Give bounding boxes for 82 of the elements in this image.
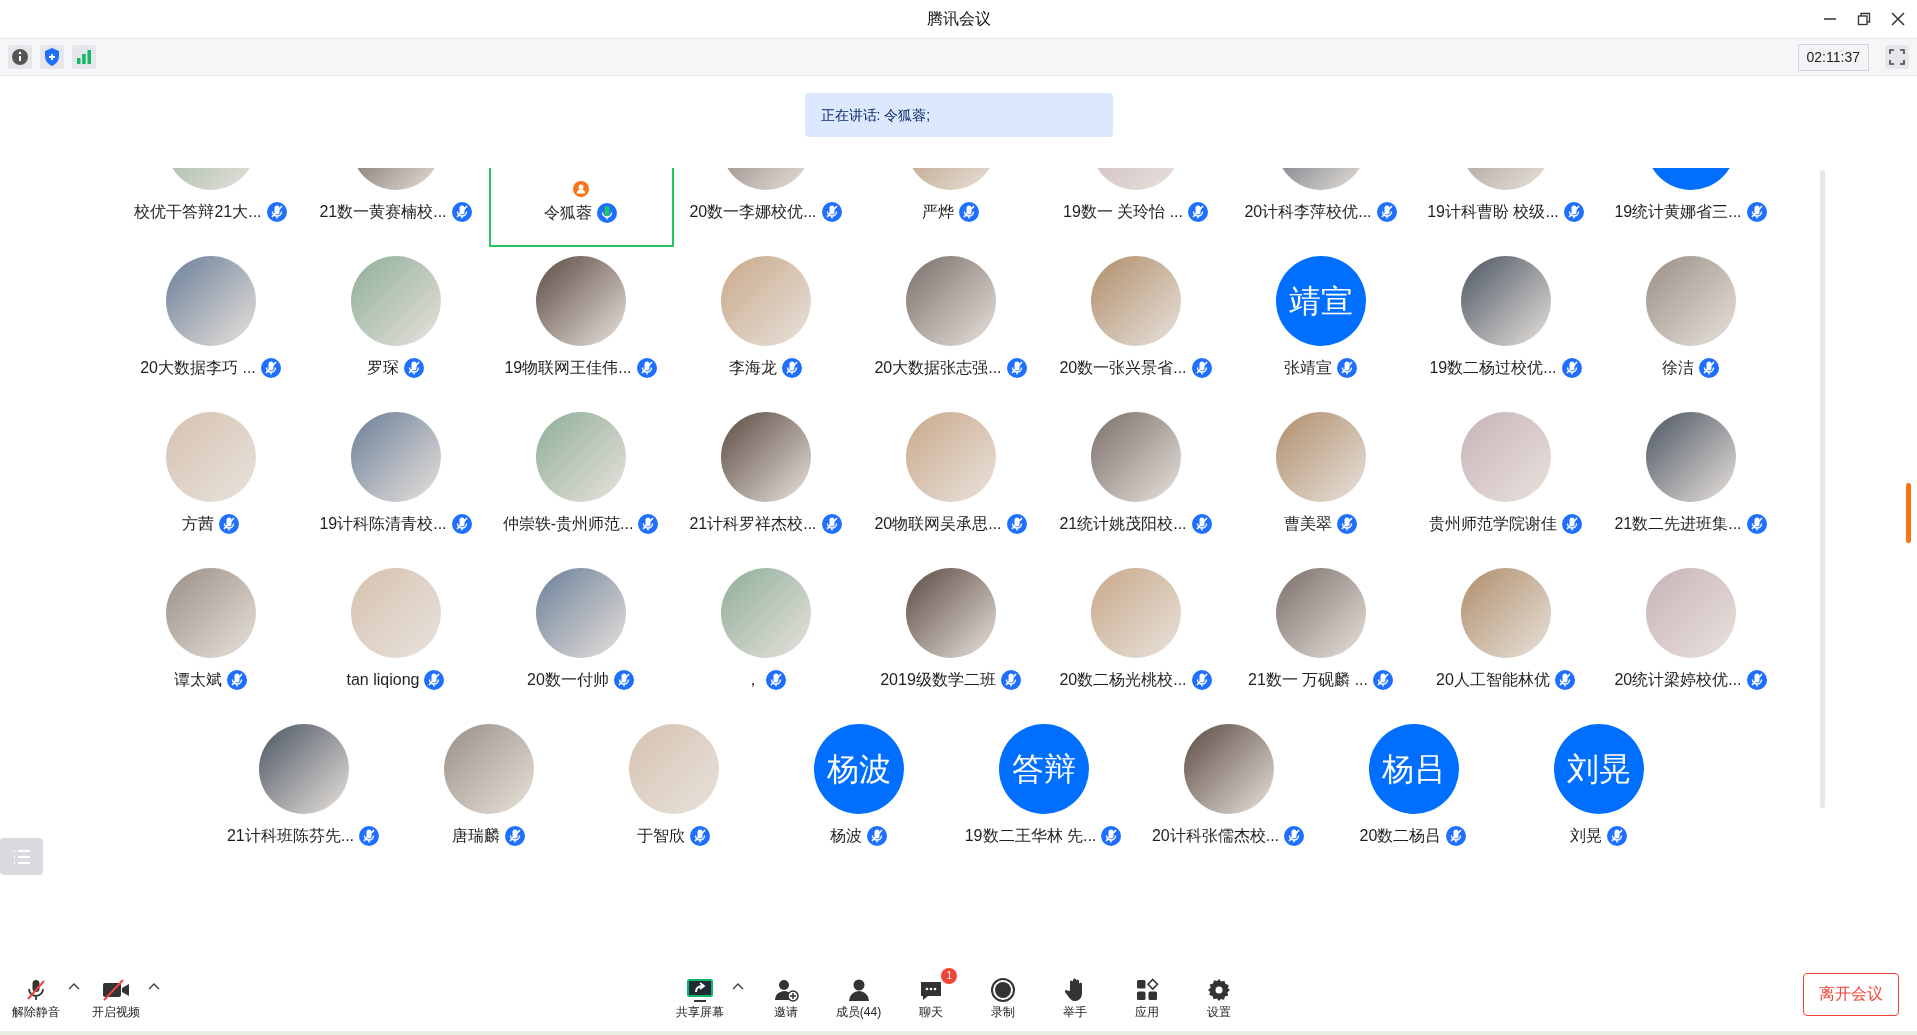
participant-name: 贵州师范学院谢佳: [1429, 514, 1557, 534]
participant-name: 20数一李娜校优...: [689, 202, 817, 222]
participant-name: 20大数据张志强...: [874, 358, 1002, 378]
participant-name: 20数二杨吕: [1359, 826, 1442, 846]
participant-name: 严烨: [922, 202, 954, 222]
participant-name: 19统计黄娜省三...: [1614, 202, 1742, 222]
participant-name: 刘晃: [1569, 826, 1602, 846]
user-icon: [573, 181, 589, 197]
participant-name: 21计科罗祥杰校...: [689, 514, 817, 534]
side-handle[interactable]: [1906, 483, 1911, 543]
list-icon: [11, 848, 32, 865]
scrollbar[interactable]: [1820, 170, 1825, 808]
participant-name: 20大数据李巧 ...: [140, 358, 256, 378]
meeting-timer: 02:11:37: [1797, 43, 1869, 71]
participant-name: tan liqiong: [346, 670, 420, 690]
text-avatar: 靖宣: [1276, 256, 1366, 346]
shield-icon[interactable]: [40, 45, 64, 69]
toolbar-button[interactable]: 开启视频: [84, 968, 148, 1020]
participant-name: 20数一付帅: [527, 670, 609, 690]
close-icon[interactable]: [1891, 12, 1905, 26]
participant-name: 21统计姚茂阳校...: [1059, 514, 1187, 534]
participant-name: 20计科李萍校优...: [1244, 202, 1372, 222]
participant-name: 19数二杨过校优...: [1429, 358, 1557, 378]
leave-meeting-button[interactable]: 离开会议: [1803, 972, 1899, 1016]
participant-name: 令狐蓉: [544, 203, 592, 223]
text-avatar: 杨波: [813, 724, 904, 814]
participant-name: 19数一 关玲怡 ...: [1063, 202, 1183, 222]
toolbar-button[interactable]: 设置: [1189, 968, 1250, 1020]
toolbar-button[interactable]: 聊天 1: [901, 968, 962, 1020]
toolbar-button[interactable]: 举手: [1045, 968, 1106, 1020]
toolbar-button[interactable]: 邀请: [755, 968, 816, 1020]
text-avatar: 刘晃: [1553, 724, 1644, 814]
participant-name: 曹美翠: [1284, 514, 1332, 534]
info-icon[interactable]: [8, 45, 32, 69]
participant-name: 19物联网王佳伟...: [504, 358, 632, 378]
notification-badge: 1: [941, 968, 958, 984]
speaking-banner: 正在讲话: 令狐蓉;: [804, 93, 1113, 137]
participant-name: 21数一 万砚麟 ...: [1248, 670, 1368, 690]
participant-name: 19计科陈清青校...: [319, 514, 447, 534]
participant-name: 20数二杨光桃校...: [1059, 670, 1187, 690]
participant-name: 于智欣: [636, 826, 685, 846]
participant-name: 唐瑞麟: [451, 826, 500, 846]
caret-up-icon[interactable]: [68, 982, 80, 990]
participant-name: ，: [745, 670, 761, 690]
participant-name: 21计科班陈芬先...: [226, 826, 355, 846]
participant-name: 方茜: [182, 514, 214, 534]
participant-name: 19数二王华林 先...: [964, 826, 1097, 846]
participant-name: 校优干答辩21大...: [134, 202, 262, 222]
participant-name: 20统计梁婷校优...: [1614, 670, 1742, 690]
participant-name: 21数二先进班集...: [1614, 514, 1742, 534]
participant-name: 罗琛: [367, 358, 399, 378]
speaker-tile[interactable]: 令狐蓉: [488, 168, 674, 247]
participant-name: 2019级数学二班: [880, 670, 996, 690]
participant-name: 19计科曹盼 校级...: [1427, 202, 1559, 222]
record-icon: [990, 977, 1017, 1003]
participant-name: 20物联网吴承思...: [874, 514, 1002, 534]
caret-up-icon[interactable]: [731, 982, 744, 990]
toolbar-button[interactable]: 录制: [973, 968, 1034, 1020]
caret-up-icon[interactable]: [148, 982, 160, 990]
participant-name: 20数一张兴景省...: [1059, 358, 1187, 378]
text-avatar: 答辩: [998, 724, 1089, 814]
window-title: 腾讯会议: [926, 9, 991, 29]
muted-camera-icon: [101, 977, 131, 1003]
toolbar-button[interactable]: 解除静音: [4, 968, 68, 1020]
restore-icon[interactable]: [1857, 12, 1871, 26]
share-screen-icon: [684, 977, 715, 1003]
participant-name: 谭太斌: [174, 670, 222, 690]
participant-name: 李海龙: [729, 358, 777, 378]
toolbar-button[interactable]: 成员(44): [827, 968, 890, 1020]
participant-name: 张靖宣: [1284, 358, 1332, 378]
participant-name: 21数一黄赛楠校...: [319, 202, 447, 222]
fullscreen-icon[interactable]: [1885, 45, 1909, 69]
toolbar-button[interactable]: 共享屏幕: [667, 968, 732, 1020]
participant-name: 20人工智能林优: [1436, 670, 1550, 690]
participant-name: 20计科张儒杰校...: [1151, 826, 1280, 846]
text-avatar: 杨吕: [1368, 724, 1459, 814]
participant-name: 杨波: [829, 826, 862, 846]
add-user-icon: [772, 977, 799, 1003]
toolbar-button[interactable]: 应用: [1117, 968, 1178, 1020]
participant-name: 徐洁: [1662, 358, 1694, 378]
apps-icon: [1134, 977, 1161, 1003]
participant-name: 仲崇轶-贵州师范...: [502, 514, 634, 534]
